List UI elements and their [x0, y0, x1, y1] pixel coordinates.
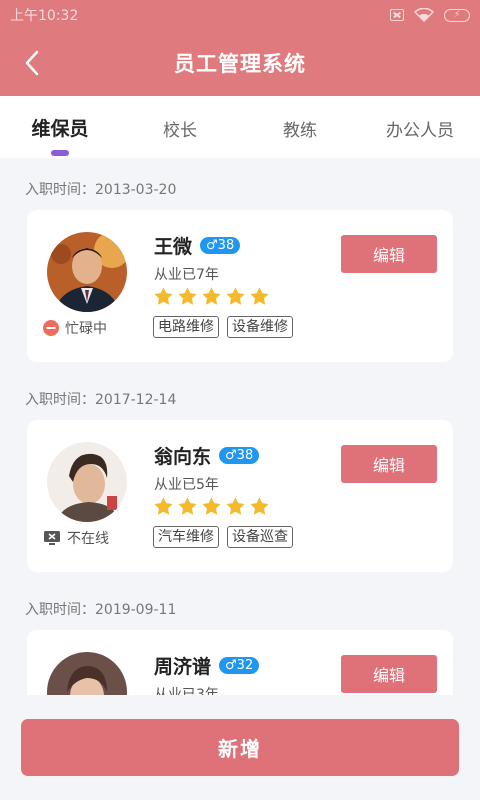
hire-date: 入职时间：2017-12-14	[25, 392, 177, 408]
tab-active-indicator	[51, 150, 69, 156]
skill-tag: 汽车维修	[153, 526, 219, 548]
hire-date: 入职时间：2019-09-11	[25, 602, 177, 618]
gender-age-badge: ♂38	[219, 447, 260, 464]
tab-maintenance[interactable]: 维保员	[0, 96, 120, 158]
avatar	[47, 442, 127, 522]
battery-charging-icon: ⚡	[444, 8, 470, 22]
busy-icon	[43, 320, 59, 336]
page-title: 员工管理系统	[174, 52, 306, 76]
status-text: 忙碌中	[65, 321, 107, 337]
status-text: 不在线	[67, 531, 109, 547]
gender-age-badge: ♂32	[219, 657, 260, 674]
hire-date: 入职时间：2013-03-20	[25, 182, 177, 198]
offline-icon	[43, 530, 61, 546]
rating-stars	[153, 496, 270, 517]
employee-card[interactable]: 周济谱 ♂32 从业已3年 编辑	[27, 630, 453, 695]
skill-tag: 设备巡查	[227, 526, 293, 548]
skill-tag: 设备维修	[227, 316, 293, 338]
name-row: 王微 ♂38	[154, 232, 241, 259]
employee-name: 周济谱	[154, 656, 212, 678]
skill-tag: 电路维修	[153, 316, 219, 338]
experience-years: 从业已3年	[154, 687, 219, 695]
status-indicator: 忙碌中	[43, 318, 107, 338]
tab-label: 办公人员	[386, 121, 454, 141]
employee-name: 王微	[154, 236, 193, 258]
experience-years: 从业已5年	[154, 477, 219, 493]
employee-name: 翁向东	[154, 446, 212, 468]
star-icon	[202, 497, 221, 515]
star-icon	[250, 497, 269, 515]
gender-age-badge: ♂38	[200, 237, 241, 254]
star-icon	[178, 497, 197, 515]
bottom-bar: 新增	[0, 695, 480, 800]
avatar-image	[47, 652, 127, 695]
app-header: 员工管理系统	[0, 30, 480, 96]
employee-list[interactable]: 入职时间：2013-03-20 忙碌中 王微 ♂38 从业已7年 电路维修 设备…	[0, 158, 480, 695]
edit-button[interactable]: 编辑	[341, 445, 437, 483]
star-icon	[250, 287, 269, 305]
edit-button[interactable]: 编辑	[341, 235, 437, 273]
star-icon	[226, 497, 245, 515]
employee-card[interactable]: 忙碌中 王微 ♂38 从业已7年 电路维修 设备维修 编辑	[27, 210, 453, 362]
status-bar: 上午10:32 ⚡	[0, 0, 480, 30]
avatar-image	[47, 442, 127, 522]
tab-label: 维保员	[31, 118, 89, 140]
star-icon	[154, 497, 173, 515]
star-icon	[154, 287, 173, 305]
tab-principal[interactable]: 校长	[120, 96, 240, 158]
tab-label: 教练	[283, 121, 317, 141]
avatar-image	[47, 232, 127, 312]
status-time: 上午10:32	[10, 8, 79, 24]
rating-stars	[153, 286, 270, 307]
star-icon	[226, 287, 245, 305]
avatar	[47, 232, 127, 312]
star-icon	[202, 287, 221, 305]
add-employee-button[interactable]: 新增	[21, 719, 459, 776]
name-row: 翁向东 ♂38	[154, 442, 260, 469]
experience-years: 从业已7年	[154, 267, 219, 283]
name-row: 周济谱 ♂32	[154, 652, 260, 679]
star-icon	[178, 287, 197, 305]
tab-label: 校长	[163, 121, 197, 141]
chevron-left-icon	[25, 50, 39, 76]
edit-button[interactable]: 编辑	[341, 655, 437, 693]
skill-tags: 电路维修 设备维修	[153, 316, 293, 338]
status-indicator: 不在线	[43, 528, 109, 548]
back-button[interactable]	[18, 49, 46, 77]
skill-tags: 汽车维修 设备巡查	[153, 526, 293, 548]
status-icons: ⚡	[390, 8, 470, 22]
no-sim-icon	[390, 9, 404, 21]
employee-card[interactable]: 不在线 翁向东 ♂38 从业已5年 汽车维修 设备巡查 编辑	[27, 420, 453, 572]
tab-coach[interactable]: 教练	[240, 96, 360, 158]
wifi-icon	[414, 8, 434, 22]
tab-office-staff[interactable]: 办公人员	[360, 96, 480, 158]
avatar	[47, 652, 127, 695]
tab-bar: 维保员 校长 教练 办公人员	[0, 96, 480, 158]
